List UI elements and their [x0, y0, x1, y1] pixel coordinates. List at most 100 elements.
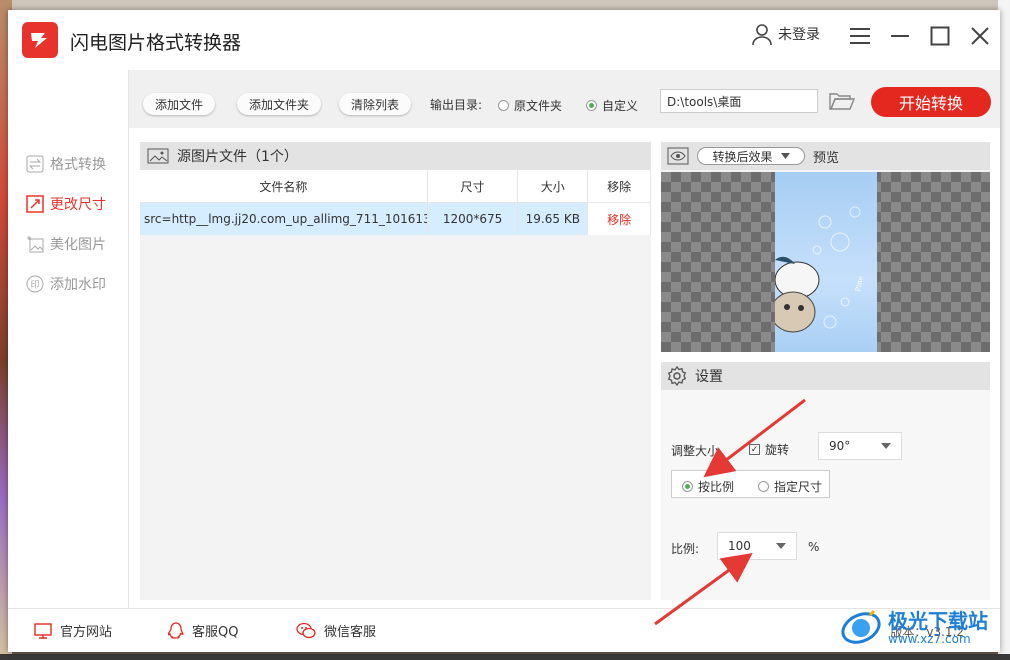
wechat-icon: [296, 622, 316, 638]
column-header-name: 文件名称: [140, 170, 428, 203]
radio-by-size[interactable]: 指定尺寸: [758, 478, 822, 495]
ratio-select[interactable]: 100: [717, 532, 797, 560]
minimize-button[interactable]: [886, 22, 914, 50]
start-convert-button[interactable]: 开始转换: [871, 87, 991, 117]
gear-icon: [667, 366, 687, 386]
minimize-icon: [891, 35, 909, 37]
svg-text:印: 印: [30, 279, 39, 291]
radio-indicator: [498, 100, 509, 111]
qq-support-label: 客服QQ: [192, 625, 239, 640]
output-dir-label: 输出目录:: [430, 98, 483, 112]
remove-file-button[interactable]: 移除: [587, 202, 651, 235]
rotate-checkbox[interactable]: ✓ 旋转: [749, 441, 789, 458]
table-row[interactable]: src=http__lmg.jj20.com_up_allimg_711_101…: [140, 202, 651, 235]
watermark-logo-icon: [841, 609, 881, 644]
sidebar-item-beautify[interactable]: 美化图片: [26, 232, 106, 256]
file-size-cell: 19.65 KB: [517, 202, 589, 235]
sparkle-image-icon: [27, 236, 44, 253]
ratio-unit: %: [808, 540, 820, 554]
user-login[interactable]: 未登录: [750, 22, 820, 46]
radio-original-folder[interactable]: 原文件夹: [498, 97, 562, 114]
radio-by-ratio[interactable]: 按比例: [682, 478, 734, 495]
column-header-filesize: 大小: [517, 170, 589, 203]
preview-image: Pine: [775, 172, 877, 352]
title-bar: 闪电图片格式转换器 未登录: [8, 10, 1000, 70]
radio-label: 自定义: [602, 99, 639, 113]
qq-icon: [168, 621, 184, 639]
user-icon: [752, 24, 772, 46]
official-website-link[interactable]: 官方网站: [34, 621, 112, 640]
sidebar-item-label: 更改尺寸: [50, 197, 106, 213]
chevron-down-icon: [780, 153, 790, 159]
official-website-label: 官方网站: [60, 625, 113, 640]
file-panel-header: 源图片文件（1个）: [140, 142, 651, 170]
radio-label: 原文件夹: [514, 99, 563, 113]
sidebar-item-label: 添加水印: [50, 277, 106, 293]
preview-panel: 转换后效果 预览 Pine: [661, 142, 990, 352]
clear-list-button[interactable]: 清除列表: [339, 93, 412, 115]
file-panel-title: 源图片文件（1个）: [177, 149, 298, 165]
file-name-cell: src=http__lmg.jj20.com_up_allimg_711_101…: [140, 202, 428, 235]
maximize-button[interactable]: [926, 22, 954, 50]
hamburger-icon: [850, 28, 870, 44]
wechat-support-link[interactable]: 微信客服: [296, 621, 376, 640]
preview-header: 转换后效果 预览: [661, 142, 990, 170]
user-login-label: 未登录: [778, 27, 820, 43]
radio-indicator: [758, 481, 769, 492]
swap-arrows-icon: [26, 155, 44, 173]
sidebar-item-format-convert[interactable]: 格式转换: [26, 152, 106, 176]
sidebar-item-watermark[interactable]: 印 添加水印: [26, 272, 106, 296]
watermark-title: 极光下载站: [888, 609, 988, 633]
app-window: 闪电图片格式转换器 未登录 格式转换 更改尺寸 美化图片 印 添加水印 添加文件…: [8, 10, 1000, 652]
add-folder-button[interactable]: 添加文件夹: [237, 93, 322, 115]
browse-folder-button[interactable]: [828, 90, 856, 116]
sidebar-item-label: 格式转换: [50, 157, 106, 173]
wechat-support-label: 微信客服: [324, 625, 377, 640]
file-list-panel: 源图片文件（1个） 文件名称 尺寸 大小 移除 src=http__lmg.jj…: [140, 142, 651, 600]
rotate-angle-value: 90°: [829, 439, 851, 453]
ratio-label: 比例:: [671, 542, 700, 556]
folder-open-icon: [829, 93, 856, 110]
sidebar-item-label: 美化图片: [50, 237, 106, 253]
resize-icon: [26, 195, 44, 213]
column-header-size: 尺寸: [427, 170, 519, 203]
sidebar-item-resize[interactable]: 更改尺寸: [26, 192, 106, 216]
radio-label: 按比例: [698, 480, 735, 494]
stamp-icon: 印: [26, 275, 44, 293]
radio-custom-folder[interactable]: 自定义: [586, 97, 638, 114]
rotate-angle-select[interactable]: 90°: [818, 432, 902, 460]
qq-support-link[interactable]: 客服QQ: [168, 621, 238, 640]
toolbar: 添加文件 添加文件夹 清除列表 输出目录: 原文件夹 自定义 开始转换: [129, 70, 1000, 128]
resize-label: 调整大小: [671, 444, 720, 458]
watermark-url: www.xz7.com: [888, 632, 971, 646]
checkbox-indicator: ✓: [749, 444, 760, 455]
menu-button[interactable]: [846, 22, 874, 50]
settings-header: 设置: [661, 362, 990, 390]
app-logo-icon: [22, 22, 58, 58]
column-header-remove: 移除: [587, 170, 651, 203]
image-icon: [147, 148, 169, 164]
output-path-input[interactable]: [660, 89, 818, 113]
settings-title: 设置: [695, 369, 723, 385]
settings-panel: 设置 调整大小 ✓ 旋转 90° 按比例 指定尺寸 比例: 100 %: [661, 362, 990, 600]
file-dimension-cell: 1200*675: [427, 202, 519, 235]
preview-canvas: Pine: [661, 172, 990, 352]
file-table: 文件名称 尺寸 大小 移除 src=http__lmg.jj20.com_up_…: [140, 170, 651, 235]
preview-effect-select[interactable]: 转换后效果: [697, 147, 805, 165]
maximize-icon: [930, 26, 950, 46]
eye-icon: [667, 147, 689, 165]
ratio-value: 100: [728, 539, 751, 553]
monitor-icon: [34, 622, 52, 639]
site-watermark: 极光下载站 www.xz7.com: [840, 600, 1005, 656]
radio-indicator: [586, 100, 597, 111]
close-button[interactable]: [966, 22, 994, 50]
svg-text:Pine: Pine: [854, 276, 865, 293]
preview-label: 预览: [813, 150, 840, 166]
radio-indicator: [682, 481, 693, 492]
chevron-down-icon: [881, 443, 891, 449]
rotate-label: 旋转: [765, 443, 790, 457]
chevron-down-icon: [776, 543, 786, 549]
effect-select-value: 转换后效果: [712, 149, 773, 164]
app-title: 闪电图片格式转换器: [70, 32, 242, 54]
add-file-button[interactable]: 添加文件: [143, 93, 216, 115]
